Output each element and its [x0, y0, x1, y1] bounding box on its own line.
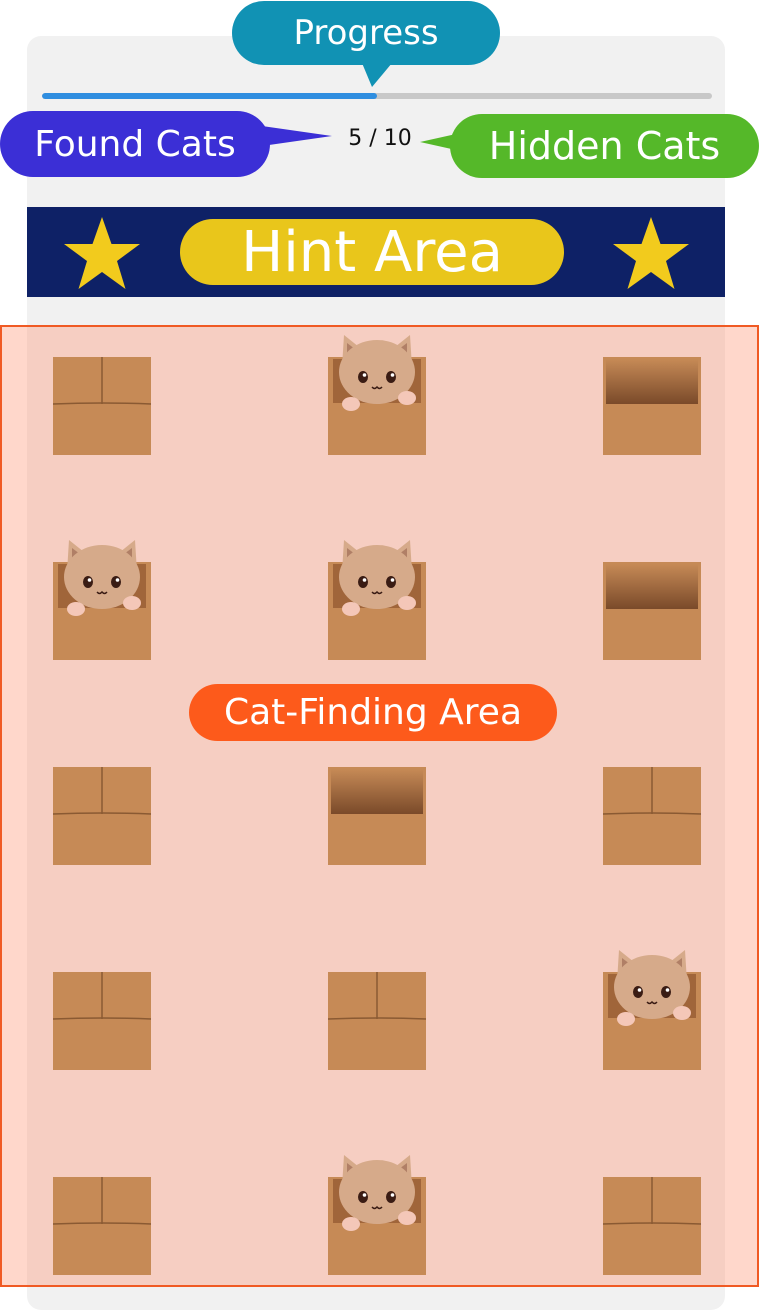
closed-box[interactable] — [602, 1177, 702, 1275]
cat-icon — [328, 1155, 426, 1275]
box-icon — [52, 1177, 152, 1275]
box-with-cat[interactable] — [328, 1155, 426, 1275]
cat-icon — [603, 950, 701, 1070]
box-with-cat[interactable] — [328, 335, 426, 455]
box-icon — [603, 357, 701, 455]
hint-button[interactable]: Hint Area — [180, 219, 564, 285]
box-icon — [327, 972, 427, 1070]
hint-bar: Hint Area — [27, 207, 725, 297]
found-count: 5 / 10 — [348, 126, 412, 151]
star-icon — [64, 217, 140, 289]
found-cats-callout: Found Cats — [0, 111, 332, 177]
finding-area-label: Cat-Finding Area — [189, 684, 557, 741]
cat-icon — [53, 540, 151, 660]
closed-box[interactable] — [52, 767, 152, 865]
progress-fill — [42, 93, 377, 99]
cat-icon — [328, 335, 426, 455]
open-box[interactable] — [603, 357, 701, 455]
box-icon — [602, 767, 702, 865]
open-box[interactable] — [328, 767, 426, 865]
box-icon — [52, 767, 152, 865]
closed-box[interactable] — [52, 357, 152, 455]
box-icon — [52, 357, 152, 455]
progress-callout: Progress — [232, 1, 500, 87]
closed-box[interactable] — [52, 1177, 152, 1275]
closed-box[interactable] — [52, 972, 152, 1070]
box-with-cat[interactable] — [603, 950, 701, 1070]
box-icon — [603, 562, 701, 660]
closed-box[interactable] — [327, 972, 427, 1070]
star-icon — [613, 217, 689, 289]
hidden-cats-callout: Hidden Cats — [420, 114, 759, 178]
box-with-cat[interactable] — [53, 540, 151, 660]
progress-bar — [42, 93, 712, 99]
box-icon — [52, 972, 152, 1070]
closed-box[interactable] — [602, 767, 702, 865]
box-icon — [328, 767, 426, 865]
open-box[interactable] — [603, 562, 701, 660]
box-icon — [602, 1177, 702, 1275]
box-with-cat[interactable] — [328, 540, 426, 660]
cat-icon — [328, 540, 426, 660]
